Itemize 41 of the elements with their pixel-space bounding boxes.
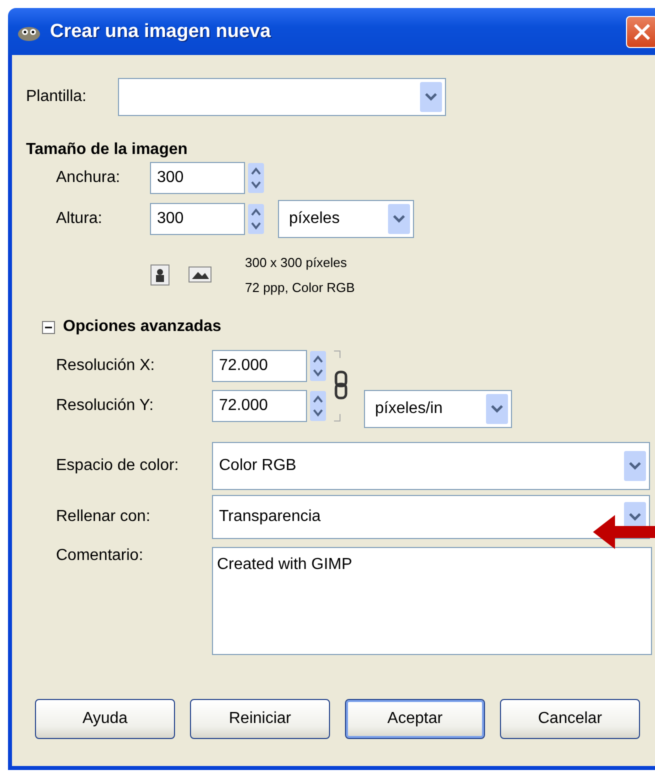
spin-arrows-icon	[310, 391, 326, 421]
resolution-x-field[interactable]: 72.000	[212, 350, 307, 382]
caret-icon	[420, 82, 442, 112]
template-label: Plantilla:	[26, 88, 88, 106]
portrait-icon	[150, 264, 170, 286]
section-heading[interactable]: Opciones avanzadas	[63, 318, 222, 336]
dialog-button[interactable]: Cancelar	[500, 699, 640, 739]
image-info-text: 300 x 300 píxeles	[245, 254, 348, 272]
unit-dropdown[interactable]: píxeles	[278, 200, 414, 238]
fill-label: Rellenar con:	[56, 508, 152, 526]
width-field[interactable]: 300	[150, 162, 245, 194]
close-button[interactable]	[626, 16, 655, 48]
width-label: Anchura:	[56, 169, 122, 187]
fill-dropdown[interactable]: Transparencia	[212, 495, 650, 539]
resolution-unit-dropdown[interactable]: píxeles/in	[364, 390, 512, 428]
caret-icon	[486, 394, 508, 424]
height-label: Altura:	[56, 210, 104, 228]
spin-arrows-icon	[248, 204, 264, 234]
caret-icon	[388, 204, 410, 234]
resolution-y-label: Resolución Y:	[56, 397, 155, 415]
comment-label: Comentario:	[56, 547, 144, 565]
template-dropdown[interactable]	[118, 78, 446, 116]
dialog-button[interactable]: Aceptar	[345, 699, 485, 739]
section-heading: Tamaño de la imagen	[26, 141, 189, 159]
collapse-icon[interactable]	[42, 320, 55, 334]
height-field[interactable]: 300	[150, 203, 245, 235]
spin-arrows-icon	[248, 163, 264, 193]
resolution-x-label: Resolución X:	[56, 357, 156, 375]
dialog-button[interactable]: Ayuda	[35, 699, 175, 739]
color-space-dropdown[interactable]: Color RGB	[212, 442, 650, 490]
caret-icon	[624, 451, 646, 481]
color-space-label: Espacio de color:	[56, 457, 180, 475]
window-title: Crear una imagen nueva	[50, 20, 272, 42]
close-icon	[632, 22, 652, 42]
comment-field[interactable]: Created with GIMP	[212, 547, 652, 655]
annotation-arrow	[593, 513, 655, 551]
resolution-y-field[interactable]: 72.000	[212, 390, 307, 422]
spin-arrows-icon	[310, 351, 326, 381]
dialog-button[interactable]: Reiniciar	[190, 699, 330, 739]
image-info-text: 72 ppp, Color RGB	[245, 279, 355, 297]
chain-link-icon	[332, 350, 350, 422]
